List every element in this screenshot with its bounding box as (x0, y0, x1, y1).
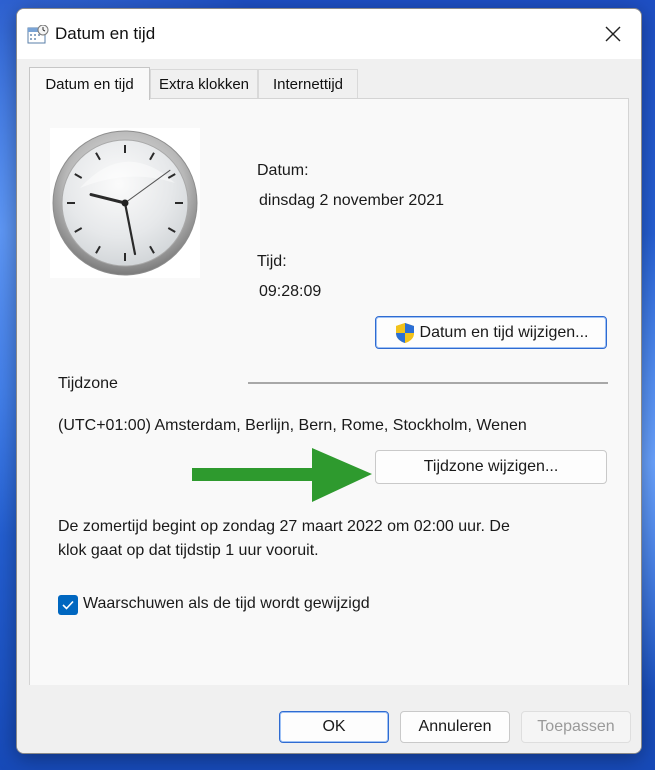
window-title: Datum en tijd (55, 24, 156, 43)
cancel-button[interactable]: Annuleren (400, 711, 510, 743)
apply-button[interactable]: Toepassen (521, 711, 631, 743)
analog-clock (50, 128, 200, 278)
dialog-footer: OK Annuleren Toepassen (17, 685, 641, 753)
uac-shield-icon (395, 322, 414, 343)
close-button[interactable] (585, 9, 641, 59)
calendar-clock-icon (27, 25, 49, 44)
timezone-heading: Tijdzone (58, 375, 118, 392)
change-date-time-label: Datum en tijd wijzigen... (419, 323, 589, 341)
tab-internettijd[interactable]: Internettijd (258, 69, 358, 99)
green-arrow-annotation (192, 448, 372, 502)
tab-extra-klokken[interactable]: Extra klokken (150, 69, 258, 99)
clock-face (52, 130, 198, 276)
notify-checkbox-label[interactable]: Waarschuwen als de tijd wordt gewijzigd (83, 595, 370, 613)
change-timezone-label: Tijdzone wijzigen... (423, 458, 559, 475)
date-time-dialog: Datum en tijd Datum en tijd Extra klokke… (16, 8, 642, 754)
date-label: Datum: (257, 162, 309, 179)
tab-datum-en-tijd[interactable]: Datum en tijd (29, 67, 150, 100)
checkmark-icon (62, 600, 74, 610)
timezone-value: (UTC+01:00) Amsterdam, Berlijn, Bern, Ro… (58, 417, 527, 434)
notify-checkbox[interactable] (58, 595, 78, 615)
timezone-separator (248, 382, 608, 384)
title-bar: Datum en tijd (17, 9, 641, 59)
time-value: 09:28:09 (259, 283, 322, 300)
change-date-time-button[interactable]: Datum en tijd wijzigen... (375, 316, 607, 349)
dst-notice-line-2: klok gaat op dat tijdstip 1 uur vooruit. (58, 542, 319, 559)
ok-button[interactable]: OK (279, 711, 389, 743)
date-value: dinsdag 2 november 2021 (259, 192, 445, 209)
dst-notice-line-1: De zomertijd begint op zondag 27 maart 2… (58, 518, 510, 535)
change-timezone-button[interactable]: Tijdzone wijzigen... (375, 450, 607, 484)
time-label: Tijd: (257, 253, 287, 270)
close-icon (605, 26, 621, 42)
